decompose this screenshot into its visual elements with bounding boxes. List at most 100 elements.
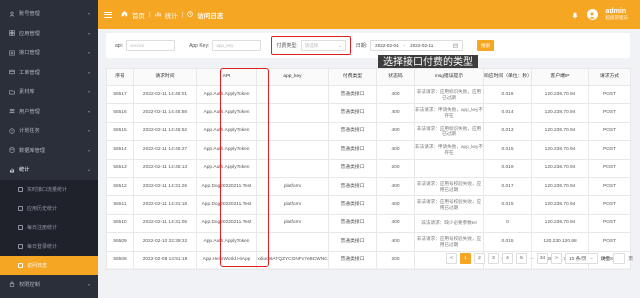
- table-cell: App.Dog20220211.Test: [196, 176, 257, 197]
- table-cell: [256, 158, 329, 178]
- table-cell: 2022-02-11 14:45:13: [133, 158, 197, 178]
- sidebar-item-daily-login[interactable]: 每日登录统计: [0, 237, 98, 256]
- folder-icon: [9, 89, 15, 95]
- page-button[interactable]: 2: [474, 253, 485, 264]
- page-button[interactable]: 3: [488, 253, 499, 264]
- next-page-button[interactable]: >: [551, 253, 562, 264]
- sidebar: 账号管理 ▾ 应用管理 ▾ 接口管理 ▾ 工单管理 ▾ 素材库 ▾ 用户管理 ▾…: [0, 0, 98, 298]
- table-cell: 55516: [106, 103, 134, 123]
- sidebar-item-label: 应用历史统计: [27, 205, 58, 212]
- sidebar-item-realtime-traffic[interactable]: 实时接口流量统计: [0, 180, 98, 199]
- table-cell: App.Auth.ApplyToken: [196, 158, 257, 178]
- chevron-down-icon: ▾: [87, 128, 90, 134]
- sidebar-item-material[interactable]: 素材库 ▾: [0, 82, 98, 102]
- col-header: 响应时间（单位：秒）: [483, 68, 532, 86]
- sidebar-item-daily-register[interactable]: 每日注册统计: [0, 218, 98, 237]
- api-icon: [9, 50, 15, 56]
- sidebar-item-app[interactable]: 应用管理 ▾: [0, 24, 98, 44]
- table-cell: App.Auth.ApplyToken: [196, 84, 257, 105]
- table-cell: POST: [588, 84, 631, 105]
- sidebar-item-api[interactable]: 接口管理 ▾: [0, 43, 98, 63]
- pay-type-value: 请选择: [304, 42, 319, 48]
- sidebar-item-label: 接口管理: [19, 50, 40, 57]
- table-cell: 55510: [106, 213, 134, 234]
- table-cell: 普通类接口: [328, 232, 377, 252]
- table-cell: 400: [376, 84, 415, 105]
- breadcrumb-stats[interactable]: 统计: [165, 10, 178, 20]
- table-cell: 非法请求：缺少必要参数tel: [414, 213, 484, 234]
- table-cell: 0.019: [483, 158, 532, 178]
- filter-bar: api: service App Key: app_key 付费类型: 请选择 …: [106, 33, 630, 58]
- page-button[interactable]: 5: [516, 253, 527, 264]
- table-cell: 非法请求：应用标识失败，应用已过期: [414, 121, 484, 142]
- table-row: 55512 2022-02-11 14:31:26 App.Dog20220211.…: [106, 176, 631, 197]
- sidebar-item-label: 计划任务: [19, 128, 40, 135]
- table-cell: 400: [376, 232, 415, 252]
- sidebar-item-app-history[interactable]: 应用历史统计: [0, 199, 98, 218]
- table-cell: POST: [588, 213, 631, 234]
- pay-type-select[interactable]: 请选择 ⌄: [300, 40, 346, 51]
- sidebar-item-label: 应用管理: [19, 30, 40, 37]
- table-cell: 2022-02-11 14:46:01: [133, 84, 197, 105]
- page-button[interactable]: 1: [460, 253, 471, 264]
- table-cell: 120.238.70.94: [531, 195, 589, 215]
- table-cell: [256, 103, 329, 123]
- api-input[interactable]: service: [126, 40, 176, 51]
- table-cell: POST: [588, 176, 631, 197]
- sidebar-item-database[interactable]: 数据库管理 ▾: [0, 141, 98, 161]
- table-cell: 0.016: [483, 84, 532, 105]
- table-cell: 非法请求：申请失败，app_key不存在: [414, 103, 484, 123]
- sidebar-item-label: 实时接口流量统计: [27, 186, 68, 193]
- calendar-icon: [453, 43, 458, 49]
- avatar[interactable]: [586, 9, 598, 20]
- sidebar-item-access-log[interactable]: 访问日志: [0, 255, 98, 275]
- database-icon: [9, 147, 15, 153]
- chevron-down-icon: ▾: [87, 281, 90, 287]
- pagination: < 1 2 3 4 5 ... 34 > 10 条/页 ⌄ 跳至 页: [446, 253, 633, 264]
- sidebar-item-ticket[interactable]: 工单管理 ▾: [0, 63, 98, 83]
- users-icon: [9, 108, 15, 114]
- bell-icon[interactable]: [571, 11, 579, 19]
- sidebar-item-account[interactable]: 账号管理 ▾: [0, 4, 98, 24]
- table-cell: 0.013: [483, 121, 532, 142]
- prev-page-button[interactable]: <: [446, 253, 457, 264]
- table-cell: 400: [376, 140, 415, 160]
- sidebar-item-permission[interactable]: 权限控制 ▾: [0, 275, 98, 295]
- appkey-input[interactable]: app_key: [212, 40, 262, 51]
- search-button[interactable]: 搜索: [477, 40, 495, 51]
- date-range-picker[interactable]: 2022-02-04 - 2022-02-11: [370, 40, 464, 51]
- goto-page-input[interactable]: [613, 253, 626, 264]
- sidebar-item-stats[interactable]: 统计 ▴: [0, 160, 98, 180]
- table-cell: 120.238.70.94: [531, 121, 589, 142]
- sidebar-item-label: 工单管理: [19, 69, 40, 76]
- col-header: 状态码: [376, 68, 415, 86]
- table-cell: 0.017: [483, 176, 532, 197]
- user-role: 超级管理员: [605, 14, 629, 20]
- page-button[interactable]: 4: [502, 253, 513, 264]
- date-label: 日期:: [355, 43, 368, 49]
- table-cell: 55511: [106, 195, 134, 215]
- table-cell: 120.230.120.68: [531, 232, 589, 252]
- table-row: 55511 2022-02-11 14:31:18 App.Dog20220211.…: [106, 195, 631, 215]
- chevron-down-icon: ▾: [87, 30, 90, 36]
- table-cell: POST: [588, 158, 631, 178]
- chevron-down-icon: ▾: [87, 69, 90, 75]
- clock-icon: [187, 10, 194, 19]
- sidebar-item-users[interactable]: 用户管理 ▾: [0, 102, 98, 122]
- table-cell: 0.014: [483, 103, 532, 123]
- table-cell: 120.238.70.94: [531, 158, 589, 178]
- page-size-select[interactable]: 10 条/页 ⌄: [565, 253, 598, 264]
- user-info[interactable]: admin 超级管理员: [606, 8, 629, 21]
- menu-toggle-icon[interactable]: [104, 11, 112, 18]
- table-cell: 非法请求：应用号校验失败，应用已过期: [414, 195, 484, 215]
- table-cell: platform: [256, 213, 329, 234]
- breadcrumb-home[interactable]: 首页: [132, 10, 145, 20]
- stats-submenu: 实时接口流量统计 应用历史统计 每日注册统计 每日登录统计 访问日志: [0, 179, 98, 275]
- sidebar-item-tasks[interactable]: 计划任务 ▾: [0, 121, 98, 141]
- col-header: 客户端IP: [531, 68, 589, 86]
- col-header: 序号: [106, 68, 134, 86]
- table-row: 55514 2022-02-11 14:45:27 App.Auth.ApplyTo…: [106, 140, 631, 160]
- page-suffix: 页: [628, 257, 634, 262]
- page-button-last[interactable]: 34: [537, 253, 548, 264]
- table-cell: 普通类接口: [328, 121, 377, 142]
